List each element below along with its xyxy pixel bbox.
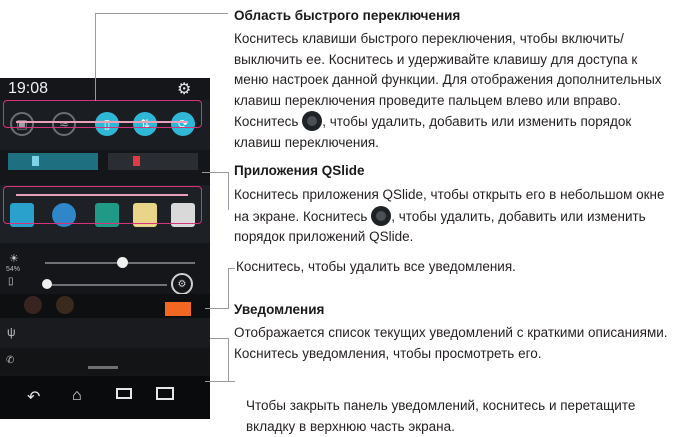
brightness-label: 54% [6,266,21,273]
edit-icon [302,111,323,131]
text-line: Отображается список текущих уведомлений … [234,325,668,340]
text-line: Коснитесь клавиши быстрого переключения,… [234,31,624,46]
sim-row [0,148,210,176]
notifications-text: Отображается список текущих уведомлений … [234,323,668,364]
leader-line [210,338,228,339]
text-line: клавиш переключения проведите пальцем вл… [234,92,622,108]
close-panel-text: Чтобы закрыть панель уведомлений, коснит… [246,396,635,437]
sim2-icon [133,156,140,166]
clear-all-text: Коснитесь, чтобы удалить все уведомления… [236,259,516,274]
brightness-icon: ☀ [9,253,19,265]
dual-window-icon[interactable] [156,387,174,400]
text-line: Коснитесь приложения QSlide, чтобы откры… [234,187,665,202]
quick-toggle-heading: Область быстрого переключения [234,8,461,23]
leader-line [228,268,235,269]
brightness-thumb[interactable] [117,257,128,268]
recent-apps-icon[interactable] [116,388,132,399]
leader-line [202,172,228,173]
text-line: Чтобы закрыть панель уведомлений, коснит… [246,398,636,413]
home-icon[interactable]: ⌂ [72,387,82,405]
leader-line [228,172,229,210]
scroll-arrow [16,194,188,196]
notifications-heading: Уведомления [234,302,325,317]
text-line: на экране. Коснитесь , чтобы удалить, до… [234,205,665,228]
volume-slider[interactable] [45,284,167,286]
vibrate-mode-icon: ▯ [8,276,14,287]
blurred-icon [24,296,42,314]
leader-line [95,13,228,14]
notification-item[interactable]: ψ [0,318,210,348]
leader-line [205,381,235,382]
qslide-heading: Приложения QSlide [234,163,365,178]
scroll-arrow [16,121,188,123]
status-bar: 19:08 ⚙ [0,78,210,100]
settings-circle-icon[interactable]: ⚙ [171,273,193,295]
text-line: Коснитесь уведомления, чтобы просмотреть… [234,345,542,361]
text-line: клавиш переключения. [234,134,379,150]
sim2-button[interactable] [108,153,198,170]
sim1-icon [32,156,39,166]
text-line: выключить ее. Коснитесь и удерживайте кл… [234,51,638,67]
leader-line [228,268,229,308]
sim1-button[interactable] [8,153,98,170]
clear-all-button[interactable] [165,302,191,316]
blurred-icon [56,296,74,314]
leader-line [228,338,229,381]
navigation-bar: ↶ ⌂ [0,376,210,419]
notification-item[interactable]: ✆ [0,349,210,375]
text-span: на экране. Коснитесь [234,208,372,224]
qslide-text: Коснитесь приложения QSlide, чтобы откры… [234,185,665,248]
call-icon: ✆ [6,355,15,366]
text-span: , чтобы удалить, добавить или изменить п… [322,114,632,129]
status-time: 19:08 [8,80,49,97]
text-span: , чтобы удалить, добавить или изменить [391,208,646,224]
edit-icon [371,205,392,226]
text-line: меню настроек данной функции. Для отобра… [234,72,662,87]
back-icon[interactable]: ↶ [27,387,40,407]
volume-thumb[interactable] [42,279,52,289]
gear-icon[interactable]: ⚙ [177,79,191,99]
quick-toggle-text: Коснитесь клавиши быстрого переключения,… [234,29,662,153]
text-span: Коснитесь [234,114,303,129]
phone-screenshot: 19:08 ⚙ ▣ ≈ ▯ ⇅ ⟳ ☀ 54% ▯ ⚙ ψ ✆ ↶ ⌂ [0,78,210,419]
quick-settings-highlight [3,100,202,128]
text-line: Коснитесь , чтобы удалить, добавить или … [234,111,662,133]
text-line: порядок приложений QSlide. [234,229,414,244]
leader-line [95,13,96,101]
leader-line [205,308,229,309]
drag-handle[interactable] [88,366,118,369]
text-line: вкладку в верхнюю часть экрана. [246,418,455,434]
qslide-highlight [3,186,202,224]
usb-icon: ψ [7,325,16,339]
